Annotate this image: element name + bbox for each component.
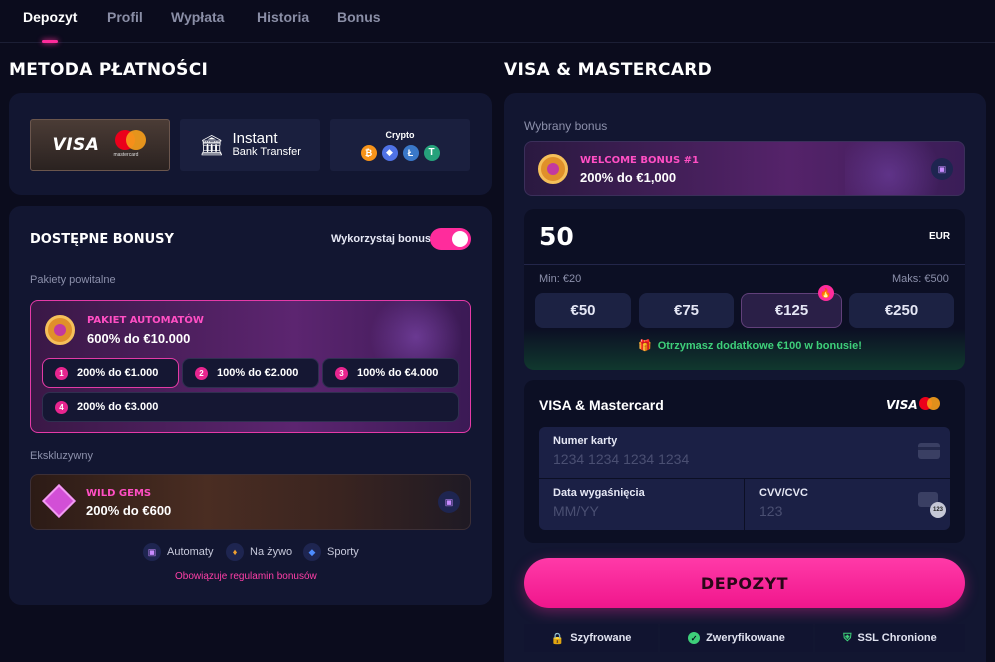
legend-live: ♦ Na żywo xyxy=(226,543,292,561)
selected-bonus-name: WELCOME BONUS #1 xyxy=(580,155,699,166)
pack-name: PAKIET AUTOMATÓW xyxy=(87,315,204,326)
cvv-input[interactable]: 123 xyxy=(759,503,782,519)
trust-ssl: ⛨ SSL Chronione xyxy=(815,624,965,652)
crypto-label: Crypto xyxy=(385,129,415,140)
extra-bonus-note: 🎁 Otrzymasz dodatkowe €100 w bonusie! xyxy=(638,339,862,353)
tab-history[interactable]: Historia xyxy=(257,9,309,25)
legend-sports: ◆ Sporty xyxy=(303,543,359,561)
slot-machine-icon: ▣ xyxy=(931,158,953,180)
ethereum-icon: ◆ xyxy=(381,144,398,161)
use-bonus-toggle[interactable] xyxy=(430,228,471,250)
horseshoe-icon xyxy=(538,154,568,184)
lock-icon: 🔒 xyxy=(550,632,565,645)
expiry-input[interactable]: MM/YY xyxy=(553,503,599,519)
gift-icon: 🎁 xyxy=(638,340,652,352)
litecoin-icon: Ł xyxy=(402,144,419,161)
bonus-chip-4[interactable]: 4 200% do €3.000 xyxy=(42,392,459,422)
payment-method-title: METODA PŁATNOŚCI xyxy=(9,60,209,80)
slots-pack-card[interactable]: PAKIET AUTOMATÓW 600% do €10.000 1 200% d… xyxy=(30,300,471,433)
bank-transfer-label: Bank Transfer xyxy=(232,146,301,159)
payment-methods-panel: VISA mastercard 🏛 Instant Bank Transfer … xyxy=(9,93,492,195)
check-badge-icon: ✓ xyxy=(688,632,701,644)
visa-mastercard-title: VISA & MASTERCARD xyxy=(504,60,713,80)
method-instant-bank-transfer[interactable]: 🏛 Instant Bank Transfer xyxy=(180,119,320,171)
bonuses-title: DOSTĘPNE BONUSY xyxy=(30,232,174,247)
exclusive-label: Ekskluzywny xyxy=(30,450,93,462)
selected-bonus-label: Wybrany bonus xyxy=(524,119,608,133)
bonus-chip-2[interactable]: 2 100% do €2.000 xyxy=(182,358,319,388)
card-number-input[interactable]: 1234 1234 1234 1234 xyxy=(553,451,689,467)
legend-slots: ▣ Automaty xyxy=(143,543,213,561)
mastercard-logo: mastercard xyxy=(113,130,147,160)
use-bonus-label: Wykorzystaj bonus xyxy=(331,233,432,245)
tab-deposit[interactable]: Depozyt xyxy=(23,9,77,25)
card-section-title: VISA & Mastercard xyxy=(539,397,664,413)
gem-icon xyxy=(42,484,76,518)
selected-bonus-value: 200% do €1,000 xyxy=(580,170,677,185)
card-icon xyxy=(918,443,940,459)
method-visa-mastercard[interactable]: VISA mastercard xyxy=(30,119,170,171)
cvv-badge-icon: 123 xyxy=(930,502,946,518)
visa-logo: VISA xyxy=(52,135,100,155)
wild-gems-value: 200% do €600 xyxy=(86,503,172,518)
selected-bonus-card[interactable]: WELCOME BONUS #1 200% do €1,000 ▣ xyxy=(524,141,965,196)
bonus-chip-1[interactable]: 1 200% do €1.000 xyxy=(42,358,179,388)
expiry-label: Data wygaśnięcia xyxy=(553,487,645,499)
wild-gems-name: WILD GEMS xyxy=(86,488,152,499)
bonus-terms-link[interactable]: Obowiązuje regulamin bonusów xyxy=(175,571,317,582)
shield-icon: ⛨ xyxy=(843,631,852,644)
mastercard-logo-small xyxy=(919,397,943,411)
card-number-label: Numer karty xyxy=(553,435,618,447)
quick-amount-250[interactable]: €250 xyxy=(849,293,954,328)
pack-value: 600% do €10.000 xyxy=(87,331,191,346)
trust-encrypted: 🔒 Szyfrowane xyxy=(524,624,658,652)
bonus-chip-3[interactable]: 3 100% do €4.000 xyxy=(322,358,459,388)
amount-input[interactable]: 50 xyxy=(539,222,574,251)
welcome-packs-label: Pakiety powitalne xyxy=(30,274,116,286)
quick-amount-75[interactable]: €75 xyxy=(639,293,734,328)
slot-machine-icon: ▣ xyxy=(438,491,460,513)
horseshoe-icon xyxy=(45,315,75,345)
instant-label: Instant xyxy=(232,130,278,148)
crystals-decoration xyxy=(361,301,470,361)
max-amount: Maks: €500 xyxy=(892,273,949,285)
live-casino-icon: ♦ xyxy=(226,543,244,561)
tab-bar: Depozyt Profil Wypłata Historia Bonus xyxy=(0,0,995,43)
slot-machine-icon: ▣ xyxy=(143,543,161,561)
quick-amount-50[interactable]: €50 xyxy=(535,293,631,328)
tab-withdrawal[interactable]: Wypłata xyxy=(171,9,224,25)
active-tab-indicator xyxy=(42,40,58,43)
visa-logo-small: VISA xyxy=(886,398,918,412)
sports-icon: ◆ xyxy=(303,543,321,561)
wild-gems-card[interactable]: WILD GEMS 200% do €600 ▣ xyxy=(30,474,471,530)
min-amount: Min: €20 xyxy=(539,273,582,285)
bank-icon: 🏛 xyxy=(199,134,225,157)
cvv-label: CVV/CVC xyxy=(759,487,808,499)
amount-divider xyxy=(524,264,965,265)
bitcoin-icon: ₿ xyxy=(360,144,377,161)
deposit-button[interactable]: DEPOZYT xyxy=(524,558,965,608)
tab-bonus[interactable]: Bonus xyxy=(337,9,381,25)
tether-icon: T xyxy=(423,144,440,161)
field-divider-v xyxy=(744,479,745,530)
method-crypto[interactable]: Crypto ₿ ◆ Ł T xyxy=(330,119,470,171)
fire-icon: 🔥 xyxy=(818,285,834,301)
currency-label: EUR xyxy=(929,231,951,242)
tab-profile[interactable]: Profil xyxy=(107,9,143,25)
trust-verified: ✓ Zweryfikowane xyxy=(660,624,813,652)
